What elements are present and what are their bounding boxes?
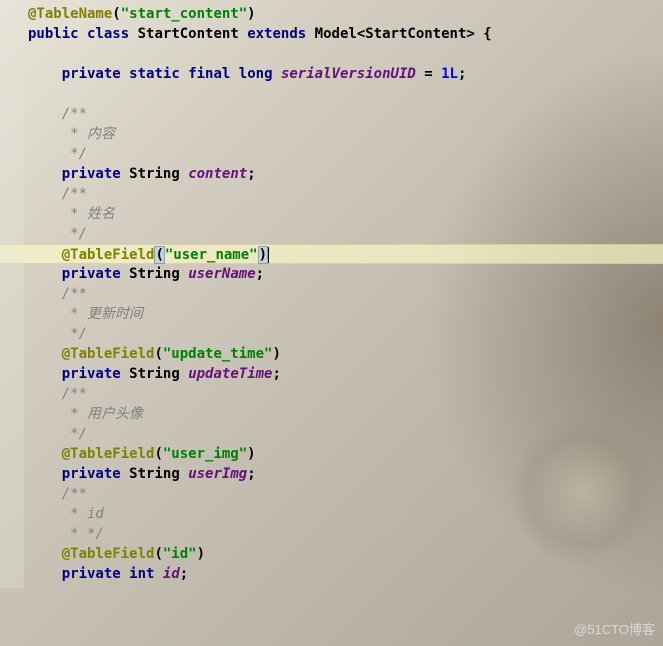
comment-line: */	[0, 224, 663, 244]
code-line	[0, 44, 663, 64]
comment-line: /**	[0, 484, 663, 504]
comment-line: */	[0, 324, 663, 344]
comment-line: */	[0, 144, 663, 164]
annotation-tablefield: @TableField	[62, 346, 155, 362]
comment-line: * 姓名	[0, 204, 663, 224]
code-line	[0, 84, 663, 104]
code-line: private String content;	[0, 164, 663, 184]
code-line: private static final long serialVersionU…	[0, 64, 663, 84]
comment-line: /**	[0, 284, 663, 304]
code-line: @TableField("update_time")	[0, 344, 663, 364]
comment-line: * 用户头像	[0, 404, 663, 424]
comment-line: /**	[0, 384, 663, 404]
code-line: private String userName;	[0, 264, 663, 284]
comment-line: * */	[0, 524, 663, 544]
annotation-tablefield: @TableField	[62, 446, 155, 462]
comment-line: * id	[0, 504, 663, 524]
text-caret	[268, 247, 269, 263]
code-line: @TableName("start_content")	[0, 4, 663, 24]
code-line: @TableField("user_img")	[0, 444, 663, 464]
comment-line: */	[0, 424, 663, 444]
code-line: private String userImg;	[0, 464, 663, 484]
code-line-highlighted: @TableField("user_name")	[0, 244, 663, 264]
code-line: private int id;	[0, 564, 663, 584]
comment-line: /**	[0, 104, 663, 124]
annotation-tablename: @TableName	[28, 6, 112, 22]
comment-line: * 更新时间	[0, 304, 663, 324]
code-line: public class StartContent extends Model<…	[0, 24, 663, 44]
code-line: @TableField("id")	[0, 544, 663, 564]
comment-line: * 内容	[0, 124, 663, 144]
code-editor[interactable]: @TableName("start_content") public class…	[0, 0, 663, 588]
gutter	[0, 0, 24, 588]
watermark: @51CTO博客	[574, 619, 655, 638]
comment-line: /**	[0, 184, 663, 204]
annotation-tablefield: @TableField	[62, 546, 155, 562]
code-line: private String updateTime;	[0, 364, 663, 384]
annotation-tablefield: @TableField	[62, 247, 155, 263]
